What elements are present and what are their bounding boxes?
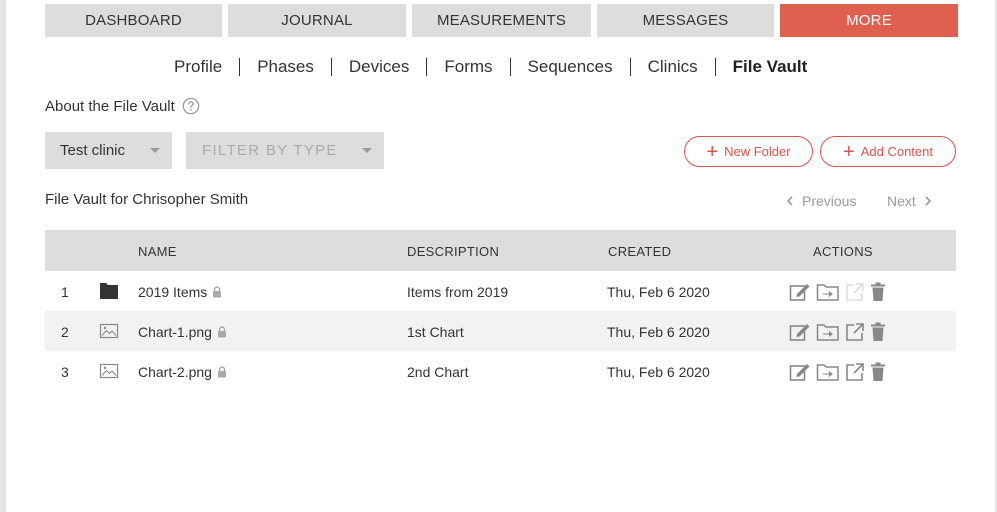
plus-icon: +: [843, 140, 855, 163]
row-number: 3: [61, 364, 69, 380]
row-name[interactable]: Chart-1.png: [138, 324, 227, 340]
about-label: About the File Vault: [45, 97, 175, 115]
tab-dashboard[interactable]: DASHBOARD: [45, 4, 222, 37]
chevron-right-icon: [925, 196, 931, 206]
row-actions: [789, 282, 891, 302]
help-circle-icon[interactable]: [182, 97, 200, 115]
trash-icon[interactable]: [870, 282, 886, 302]
clinic-select-value: Test clinic: [60, 142, 126, 159]
type-filter-placeholder: FILTER BY TYPE: [202, 142, 338, 159]
row-created: Thu, Feb 6 2020: [607, 284, 710, 300]
subnav-divider: [239, 58, 241, 76]
row-description: 1st Chart: [407, 324, 464, 340]
external-link-icon[interactable]: [845, 362, 865, 382]
row-created: Thu, Feb 6 2020: [607, 364, 710, 380]
external-link-icon[interactable]: [845, 322, 865, 342]
add-content-button[interactable]: + Add Content: [820, 136, 956, 167]
new-folder-button[interactable]: + New Folder: [684, 136, 813, 167]
move-icon[interactable]: [816, 322, 840, 342]
chevron-down-icon: [362, 148, 372, 153]
subnav-divider: [426, 58, 428, 76]
header-description: DESCRIPTION: [407, 244, 500, 259]
file-name: Chart-2.png: [138, 364, 212, 380]
file-vault-table: NAME DESCRIPTION CREATED ACTIONS 1 2019 …: [45, 230, 956, 391]
left-border: [0, 0, 6, 512]
subnav-divider: [330, 58, 332, 76]
previous-label: Previous: [802, 193, 857, 209]
file-name: 2019 Items: [138, 284, 208, 300]
tab-measurements[interactable]: MEASUREMENTS: [412, 4, 591, 37]
table-row[interactable]: 2 Chart-1.png 1st Chart Thu, Feb 6 2020: [45, 311, 956, 351]
subnav-devices[interactable]: Devices: [341, 57, 417, 77]
lock-icon: [217, 326, 226, 338]
row-name[interactable]: Chart-2.png: [138, 364, 227, 380]
trash-icon[interactable]: [870, 322, 886, 342]
type-filter-select[interactable]: FILTER BY TYPE: [186, 132, 384, 169]
subnav-divider: [509, 58, 511, 76]
new-folder-label: New Folder: [724, 144, 791, 159]
edit-icon[interactable]: [789, 362, 811, 382]
previous-page-button[interactable]: Previous: [784, 193, 856, 209]
subnav-file-vault[interactable]: File Vault: [725, 57, 816, 77]
table-row[interactable]: 3 Chart-2.png 2nd Chart Thu, Feb 6 2020: [45, 351, 956, 391]
row-number: 2: [61, 324, 69, 340]
row-description: 2nd Chart: [407, 364, 469, 380]
trash-icon[interactable]: [870, 362, 886, 382]
header-actions: ACTIONS: [813, 244, 873, 259]
main-tabs: DASHBOARD JOURNAL MEASUREMENTS MESSAGES …: [45, 4, 958, 37]
next-page-button[interactable]: Next: [887, 193, 934, 209]
edit-icon[interactable]: [789, 322, 811, 342]
subnav-divider: [629, 58, 631, 76]
row-name[interactable]: 2019 Items: [138, 284, 222, 300]
row-actions: [789, 362, 891, 382]
image-icon: [99, 323, 119, 339]
row-created: Thu, Feb 6 2020: [607, 324, 710, 340]
subnav-clinics[interactable]: Clinics: [640, 57, 706, 77]
image-icon: [99, 363, 119, 379]
add-content-label: Add Content: [860, 144, 933, 159]
about-file-vault: About the File Vault: [45, 97, 200, 115]
table-header: NAME DESCRIPTION CREATED ACTIONS: [45, 230, 956, 271]
row-description: Items from 2019: [407, 284, 509, 300]
subnav-sequences[interactable]: Sequences: [520, 57, 621, 77]
tab-messages[interactable]: MESSAGES: [597, 4, 774, 37]
table-row[interactable]: 1 2019 Items Items from 2019 Thu, Feb 6 …: [45, 271, 956, 311]
subnav-phases[interactable]: Phases: [249, 57, 322, 77]
edit-icon[interactable]: [789, 282, 811, 302]
chevron-down-icon: [150, 148, 160, 153]
lock-icon: [217, 366, 226, 378]
move-icon[interactable]: [816, 282, 840, 302]
subnav-forms[interactable]: Forms: [436, 57, 500, 77]
subnav-divider: [714, 58, 716, 76]
header-name: NAME: [138, 244, 177, 259]
plus-icon: +: [706, 140, 719, 163]
chevron-left-icon: [786, 196, 793, 206]
row-number: 1: [61, 284, 69, 300]
file-name: Chart-1.png: [138, 324, 212, 340]
clinic-select[interactable]: Test clinic: [45, 132, 172, 169]
move-icon[interactable]: [816, 362, 840, 382]
sub-navigation: Profile Phases Devices Forms Sequences C…: [166, 57, 815, 77]
header-created: CREATED: [608, 244, 672, 259]
next-label: Next: [887, 193, 916, 209]
tab-journal[interactable]: JOURNAL: [228, 4, 406, 37]
subnav-profile[interactable]: Profile: [166, 57, 230, 77]
row-actions: [789, 322, 891, 342]
folder-icon: [100, 283, 118, 299]
external-link-icon[interactable]: [845, 282, 865, 302]
tab-more[interactable]: MORE: [780, 4, 958, 37]
lock-icon: [213, 286, 222, 298]
vault-title: File Vault for Chrisopher Smith: [45, 191, 249, 208]
